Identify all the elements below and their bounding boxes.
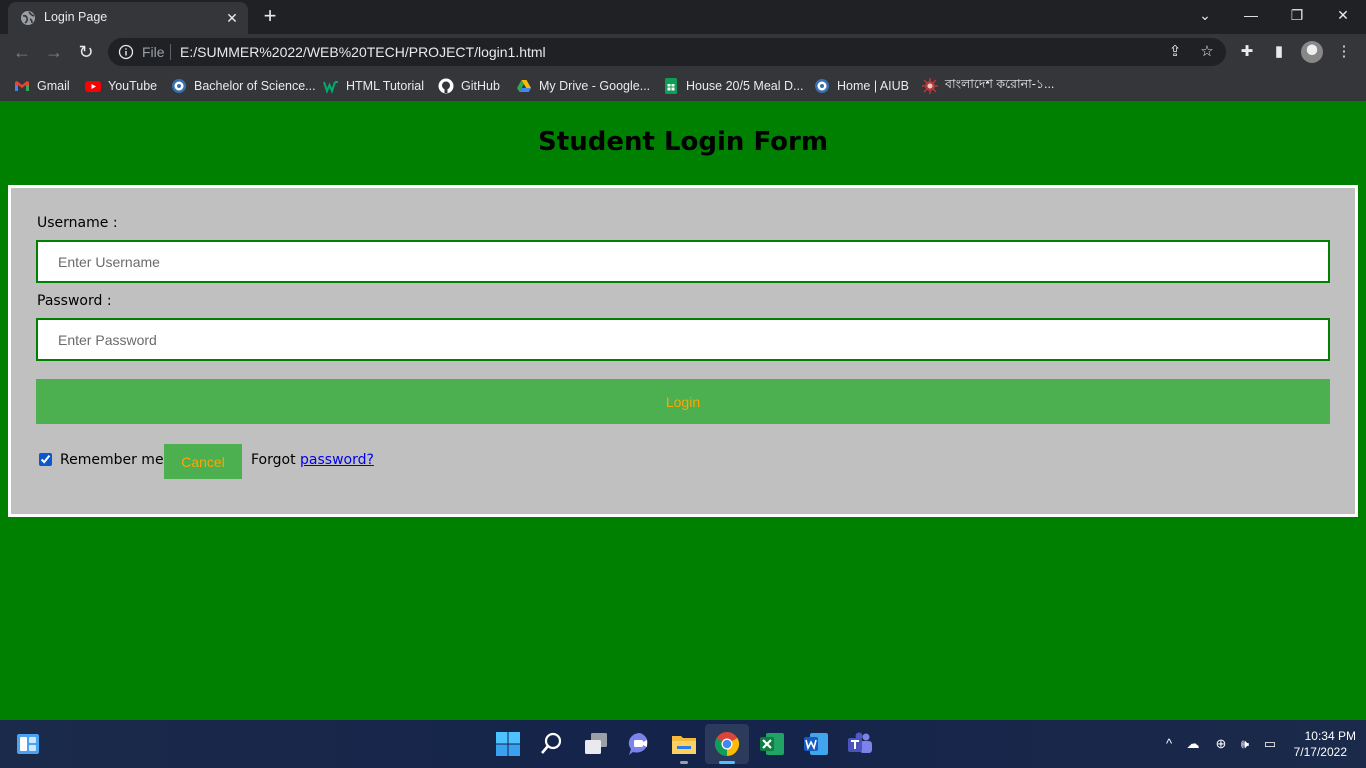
battery-icon[interactable]: ▭ — [1261, 735, 1279, 753]
bookmark-label: YouTube — [108, 79, 158, 93]
onedrive-icon[interactable]: ☁ — [1184, 735, 1202, 753]
excel-icon[interactable] — [758, 730, 786, 758]
gmail-icon — [15, 81, 29, 91]
remember-me-checkbox[interactable] — [39, 453, 52, 466]
address-divider — [170, 44, 171, 60]
bookmark-label: My Drive - Google... — [539, 79, 651, 93]
file-explorer-running-indicator — [680, 761, 688, 764]
bookmark-label: HTML Tutorial — [346, 79, 425, 93]
password-label: Password : — [37, 293, 112, 309]
bookmark-label: Bachelor of Science... — [194, 79, 316, 93]
bookmark-my-drive[interactable]: My Drive - Google... — [516, 76, 650, 96]
search-icon[interactable] — [538, 730, 566, 758]
bookmark-home-aiub[interactable]: Home | AIUB — [814, 76, 909, 96]
back-button[interactable]: ← — [10, 40, 34, 64]
network-icon[interactable]: ⊕ — [1212, 735, 1230, 753]
new-tab-button[interactable]: + — [258, 5, 282, 29]
bookmark-label: Gmail — [37, 79, 70, 93]
cancel-button[interactable]: Cancel — [164, 444, 242, 479]
word-icon[interactable] — [802, 730, 830, 758]
globe-icon — [21, 11, 35, 25]
bookmark-youtube[interactable]: YouTube — [85, 76, 157, 96]
bookmark-label: Home | AIUB — [837, 79, 910, 93]
profile-avatar[interactable] — [1301, 41, 1323, 63]
volume-icon[interactable]: 🕪 — [1236, 735, 1254, 753]
browser-tab[interactable]: Login Page ✕ — [8, 2, 248, 34]
bookmark-star-icon[interactable]: ☆ — [1198, 43, 1216, 61]
reload-button[interactable]: ↻ — [74, 40, 98, 64]
login-form: Username : Password : Login Remember me … — [8, 185, 1358, 517]
minimize-button[interactable]: — — [1228, 0, 1274, 30]
chrome-icon[interactable] — [713, 730, 741, 758]
forgot-password-text: Forgot password? — [251, 452, 374, 468]
bookmark-label: বাংলাদেশ করোনা-১... — [945, 77, 1055, 91]
clock-date[interactable]: 7/17/2022 — [1280, 745, 1347, 759]
bookmark-html-tutorial[interactable]: HTML Tutorial — [323, 76, 424, 96]
extensions-icon[interactable]: ✚ — [1236, 41, 1258, 63]
share-icon[interactable]: ⇪ — [1166, 43, 1184, 61]
github-icon — [438, 78, 454, 94]
forward-button[interactable]: → — [42, 40, 66, 64]
bookmark-gmail[interactable]: Gmail — [14, 76, 70, 96]
tray-chevron-icon[interactable]: ^ — [1160, 735, 1178, 753]
clock-time[interactable]: 10:34 PM — [1290, 729, 1356, 743]
address-scheme-label: File — [142, 44, 165, 60]
tab-title: Login Page — [44, 10, 108, 24]
bookmark-house-meal[interactable]: House 20/5 Meal D... — [663, 76, 803, 96]
username-input[interactable] — [36, 240, 1330, 283]
menu-icon[interactable]: ⋮ — [1333, 41, 1355, 63]
bookmark-bachelor[interactable]: Bachelor of Science... — [171, 76, 316, 96]
close-window-button[interactable]: ✕ — [1320, 0, 1366, 30]
tab-search-icon[interactable]: ⌄ — [1182, 0, 1228, 30]
address-bar[interactable]: File E:/SUMMER%2022/WEB%20TECH/PROJECT/l… — [108, 38, 1226, 66]
chrome-active-indicator — [719, 761, 735, 764]
browser-toolbar: ← → ↻ File E:/SUMMER%2022/WEB%20TECH/PRO… — [0, 34, 1366, 70]
address-url[interactable]: E:/SUMMER%2022/WEB%20TECH/PROJECT/login1… — [180, 44, 546, 60]
bookmark-github[interactable]: GitHub — [438, 76, 500, 96]
file-explorer-icon[interactable] — [670, 730, 698, 758]
bookmark-label: House 20/5 Meal D... — [686, 79, 804, 93]
corona-icon — [922, 78, 938, 94]
google-drive-icon — [517, 80, 531, 92]
remember-me-label: Remember me — [60, 452, 164, 468]
restore-button[interactable]: ❐ — [1274, 0, 1320, 30]
teams-icon[interactable] — [846, 730, 874, 758]
bookmark-bangladesh-corona[interactable]: বাংলাদেশ করোনা-১... — [922, 76, 1054, 96]
forgot-password-link[interactable]: password? — [300, 452, 374, 468]
youtube-icon — [85, 81, 101, 92]
forgot-label: Forgot — [251, 452, 296, 468]
tab-close-icon[interactable]: ✕ — [224, 10, 240, 26]
bookmark-label: GitHub — [461, 79, 500, 93]
google-sheets-icon — [665, 78, 677, 94]
widgets-icon[interactable] — [14, 730, 42, 758]
aiub-icon — [172, 79, 186, 93]
aiub-icon — [815, 79, 829, 93]
start-icon[interactable] — [494, 730, 522, 758]
password-input[interactable] — [36, 318, 1330, 361]
task-view-icon[interactable] — [582, 730, 610, 758]
taskbar: ^ ☁ ⊕ 🕪 ▭ 10:34 PM 7/17/2022 — [0, 720, 1366, 768]
w3schools-icon — [323, 81, 338, 94]
chat-icon[interactable] — [626, 730, 654, 758]
bookmarks-bar: Gmail YouTube Bachelor of Science... HTM… — [0, 70, 1366, 102]
username-label: Username : — [37, 215, 118, 231]
info-icon[interactable] — [118, 44, 134, 60]
login-button[interactable]: Login — [36, 379, 1330, 424]
side-panel-icon[interactable]: ▮ — [1268, 41, 1290, 63]
page-title: Student Login Form — [538, 127, 828, 157]
browser-titlebar: Login Page ✕ + ⌄ — ❐ ✕ — [0, 0, 1366, 34]
